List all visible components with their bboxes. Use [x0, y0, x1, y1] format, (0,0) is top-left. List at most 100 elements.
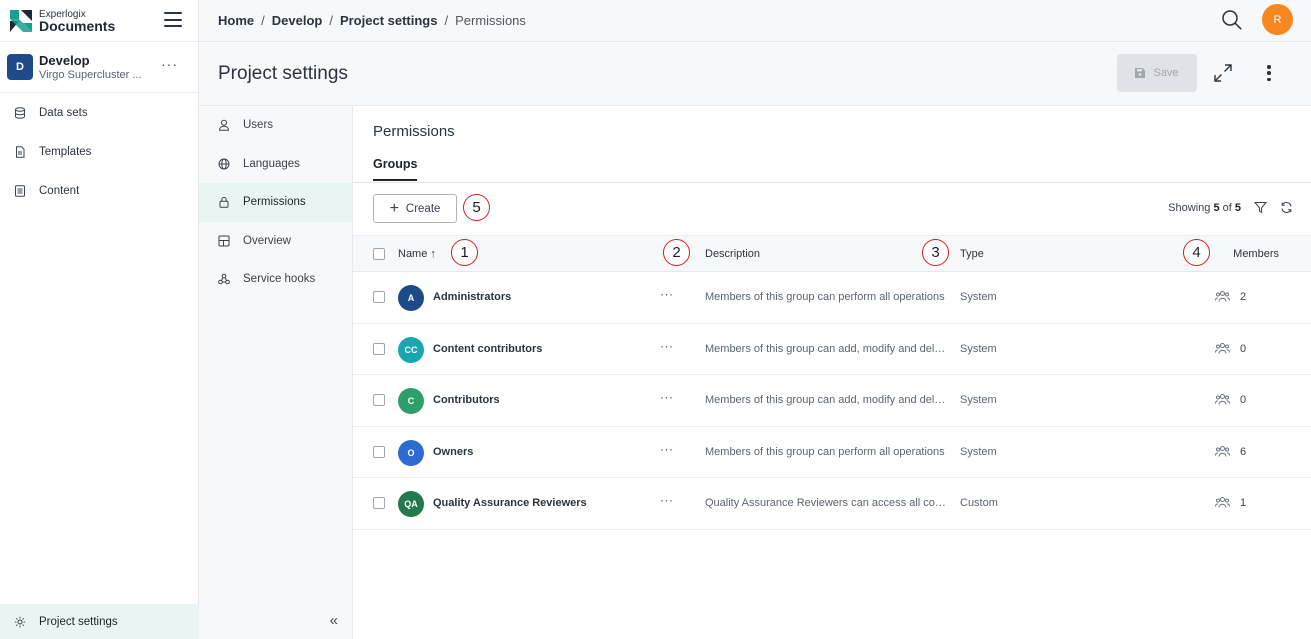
breadcrumb-develop[interactable]: Develop — [272, 13, 323, 28]
result-count: Showing 5 of 5 — [1168, 202, 1241, 214]
members-icon — [1215, 497, 1230, 508]
column-header-type[interactable]: Type — [960, 248, 984, 260]
group-member-count: 6 — [1240, 445, 1247, 458]
save-icon — [1135, 68, 1146, 78]
members-icon — [1215, 394, 1230, 405]
breadcrumb-separator: / — [261, 13, 265, 28]
column-header-members[interactable]: Members — [1233, 248, 1279, 260]
group-description: Members of this group can perform all op… — [705, 445, 945, 458]
group-name[interactable]: Content contributors — [433, 343, 542, 355]
group-member-count: 0 — [1240, 394, 1247, 406]
group-type: System — [960, 342, 997, 355]
group-name[interactable]: Contributors — [433, 394, 500, 406]
breadcrumb-separator: / — [444, 13, 449, 28]
table-row[interactable]: CC Content contributors ··· Members of this… — [353, 324, 1311, 375]
group-member-count: 0 — [1240, 342, 1247, 355]
annotation-marker: 3 — [922, 239, 949, 266]
group-avatar: C — [398, 388, 424, 414]
showing-total: 5 — [1234, 202, 1241, 214]
filter-icon[interactable] — [1254, 201, 1267, 214]
project-more-button[interactable]: ··· — [161, 56, 178, 72]
table-row[interactable]: O Owners ··· Members of this group can perf… — [353, 427, 1311, 478]
group-avatar: A — [398, 285, 424, 311]
select-all-checkbox[interactable] — [373, 248, 385, 260]
table-row[interactable]: A Administrators ··· Members of this group … — [353, 272, 1311, 324]
top-bar: Home / Develop / Project settings / Perm… — [199, 0, 1311, 42]
expand-icon[interactable] — [1213, 63, 1233, 83]
group-name[interactable]: Owners — [433, 446, 473, 458]
table-header: Name ↑ Description Type Members — [353, 235, 1311, 272]
column-header-name[interactable]: Name ↑ — [398, 248, 436, 260]
settings-nav-label: Service hooks — [243, 273, 316, 286]
group-name[interactable]: Administrators — [433, 291, 511, 303]
brand: Experlogix Documents — [0, 0, 198, 42]
group-type: System — [960, 445, 997, 458]
group-type: Custom — [960, 497, 998, 509]
row-checkbox[interactable] — [373, 497, 385, 509]
sidebar-item-content[interactable]: Content — [0, 171, 198, 210]
grid-icon — [218, 235, 230, 247]
settings-nav-languages[interactable]: Languages — [199, 145, 352, 184]
document-icon — [16, 145, 25, 158]
settings-nav-users[interactable]: Users — [199, 106, 352, 145]
group-description: Members of this group can add, modify an… — [705, 342, 949, 355]
tab-bar: Groups — [353, 156, 1311, 183]
group-name[interactable]: Quality Assurance Reviewers — [433, 497, 587, 509]
table-row[interactable]: QA Quality Assurance Reviewers ··· Quality … — [353, 478, 1311, 530]
search-icon[interactable] — [1221, 9, 1243, 31]
row-more-button[interactable]: ··· — [660, 442, 674, 456]
settings-nav-permissions[interactable]: Permissions — [199, 183, 352, 222]
sidebar-item-project-settings[interactable]: Project settings — [0, 604, 199, 639]
group-member-count: 2 — [1240, 291, 1247, 303]
annotation-marker: 2 — [663, 239, 690, 266]
page-header: Project settings Save — [199, 42, 1311, 106]
row-more-button[interactable]: ··· — [660, 339, 674, 353]
settings-nav-overview[interactable]: Overview — [199, 222, 352, 261]
page-title: Project settings — [218, 63, 348, 84]
breadcrumb-home[interactable]: Home — [218, 13, 254, 28]
row-checkbox[interactable] — [373, 445, 385, 458]
group-member-count: 1 — [1240, 497, 1247, 509]
settings-nav-label: Overview — [243, 234, 291, 247]
project-subtitle: Virgo Supercluster ... — [39, 69, 142, 81]
toolbar: + Create Showing 5 of 5 — [353, 183, 1311, 235]
settings-nav-label: Languages — [243, 157, 300, 170]
group-description: Members of this group can add, modify an… — [705, 394, 949, 406]
row-checkbox[interactable] — [373, 394, 385, 406]
breadcrumb-project-settings[interactable]: Project settings — [340, 13, 438, 28]
group-description: Members of this group can perform all op… — [705, 291, 945, 303]
save-label: Save — [1153, 67, 1179, 79]
more-options-icon[interactable] — [1263, 63, 1275, 83]
column-header-description[interactable]: Description — [705, 248, 760, 260]
sidebar-item-templates[interactable]: Templates — [0, 132, 198, 171]
row-checkbox[interactable] — [373, 342, 385, 355]
tab-groups[interactable]: Groups — [373, 157, 418, 181]
user-avatar[interactable]: R — [1262, 4, 1293, 35]
gear-icon — [14, 616, 26, 627]
refresh-icon[interactable] — [1280, 201, 1293, 214]
app-sidebar: Experlogix Documents D Develop Virgo Sup… — [0, 0, 199, 639]
globe-icon — [218, 158, 230, 170]
row-more-button[interactable]: ··· — [660, 287, 674, 301]
group-type: System — [960, 394, 997, 406]
sidebar-item-label: Data sets — [39, 106, 88, 119]
row-more-button[interactable]: ··· — [660, 493, 674, 507]
group-avatar: QA — [398, 491, 424, 517]
row-more-button[interactable]: ··· — [660, 390, 674, 404]
group-avatar: O — [398, 439, 424, 466]
create-label: Create — [405, 202, 441, 215]
collapse-nav-icon[interactable]: « — [330, 612, 338, 629]
brand-name: Documents — [39, 18, 116, 34]
showing-count: 5 — [1213, 202, 1220, 214]
sort-ascending-icon: ↑ — [430, 248, 436, 260]
sidebar-item-label: Content — [39, 184, 80, 197]
hamburger-menu-icon[interactable] — [164, 12, 182, 27]
table-row[interactable]: C Contributors ··· Members of this group ca… — [353, 375, 1311, 427]
sidebar-item-data-sets[interactable]: Data sets — [0, 93, 198, 132]
row-checkbox[interactable] — [373, 291, 385, 303]
create-button[interactable]: + Create — [373, 194, 457, 223]
group-description: Quality Assurance Reviewers can access a… — [705, 497, 949, 509]
settings-nav-service-hooks[interactable]: Service hooks — [199, 260, 352, 299]
save-button[interactable]: Save — [1117, 54, 1197, 92]
project-switcher[interactable]: D Develop Virgo Supercluster ... ··· — [0, 42, 198, 93]
